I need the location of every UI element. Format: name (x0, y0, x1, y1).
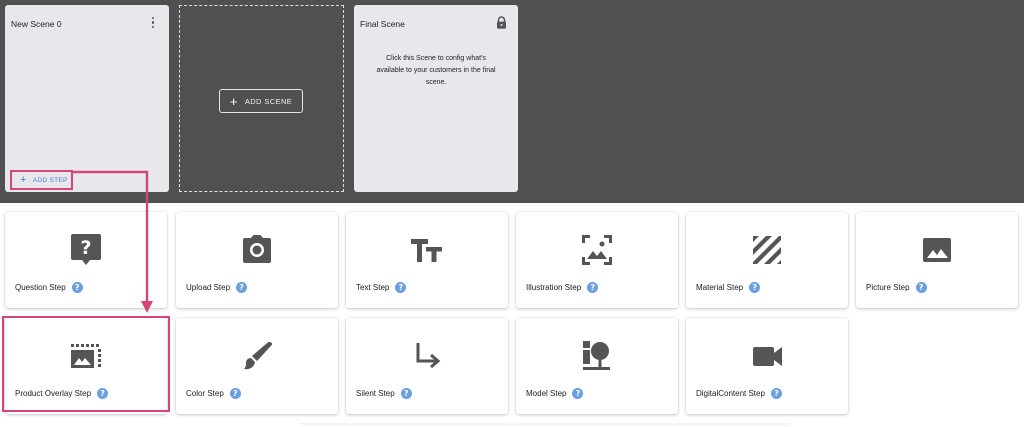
video-camera-icon (753, 347, 782, 366)
step-card-material[interactable]: Material Step ? (686, 212, 848, 308)
step-label: Color Step (186, 389, 224, 398)
arrow-down-right-icon (416, 343, 441, 369)
step-card-silent[interactable]: Silent Step ? (346, 318, 508, 414)
step-card-upload[interactable]: Upload Step ? (176, 212, 338, 308)
striped-texture-icon (753, 236, 781, 264)
step-label: Material Step (696, 283, 744, 292)
add-step-label: ADD STEP (32, 177, 68, 184)
add-step-button[interactable]: + ADD STEP (13, 172, 75, 189)
step-label: Model Step (526, 389, 567, 398)
step-label: Upload Step (186, 283, 231, 292)
step-label: Text Step (356, 283, 390, 292)
lock-icon (497, 16, 506, 29)
question-mark-speech-bubble-icon: ? (71, 234, 101, 265)
step-card-illustration[interactable]: Illustration Step ? (516, 212, 678, 308)
help-icon[interactable]: ? (749, 282, 761, 293)
help-icon[interactable]: ? (572, 388, 584, 399)
step-card-question[interactable]: ? Question Step ? (5, 212, 167, 308)
help-icon[interactable]: ? (229, 388, 241, 399)
more-vert-icon[interactable] (149, 17, 157, 31)
plus-icon: + (229, 93, 238, 109)
add-scene-dropzone: + ADD SCENE (179, 5, 344, 192)
svg-text:?: ? (80, 237, 91, 259)
add-scene-button[interactable]: + ADD SCENE (219, 89, 303, 113)
help-icon[interactable]: ? (395, 282, 407, 293)
image-frame-icon (582, 235, 612, 265)
help-icon[interactable]: ? (770, 388, 782, 399)
step-label: DigitalContent Step (696, 389, 765, 398)
camera-icon (243, 235, 271, 263)
text-format-icon (411, 239, 442, 262)
step-card-product-overlay[interactable]: Product Overlay Step ? (5, 318, 167, 414)
step-label: Silent Step (356, 389, 395, 398)
help-icon[interactable]: ? (915, 282, 927, 293)
scene-panel: New Scene 0 + ADD STEP + ADD SCENE Final… (0, 0, 1024, 203)
scene-card-new-scene[interactable]: New Scene 0 + ADD STEP (5, 5, 169, 192)
scene-title: New Scene 0 (11, 19, 62, 29)
step-label: Illustration Step (526, 283, 582, 292)
help-icon[interactable]: ? (400, 388, 412, 399)
add-scene-label: ADD SCENE (244, 96, 293, 106)
scene-card-final-scene[interactable]: Final Scene Click this Scene to config w… (354, 5, 518, 192)
step-label: Question Step (15, 283, 66, 292)
step-card-text[interactable]: Text Step ? (346, 212, 508, 308)
step-label: Picture Step (866, 283, 910, 292)
paint-brush-icon (244, 341, 272, 370)
model-tree-icon (583, 341, 610, 370)
image-overlay-icon (71, 344, 101, 368)
help-icon[interactable]: ? (587, 282, 599, 293)
plus-icon: + (20, 174, 27, 186)
help-icon[interactable]: ? (71, 282, 83, 293)
final-scene-description: Click this Scene to config what's availa… (376, 55, 496, 86)
help-icon[interactable]: ? (236, 282, 248, 293)
help-icon[interactable]: ? (97, 388, 109, 399)
step-card-color[interactable]: Color Step ? (176, 318, 338, 414)
step-card-digital-content[interactable]: DigitalContent Step ? (686, 318, 848, 414)
bottom-shadow (300, 423, 790, 427)
scene-title: Final Scene (360, 19, 405, 29)
step-card-model[interactable]: Model Step ? (516, 318, 678, 414)
step-card-picture[interactable]: Picture Step ? (856, 212, 1018, 308)
step-label: Product Overlay Step (15, 389, 92, 398)
picture-icon (923, 238, 951, 262)
